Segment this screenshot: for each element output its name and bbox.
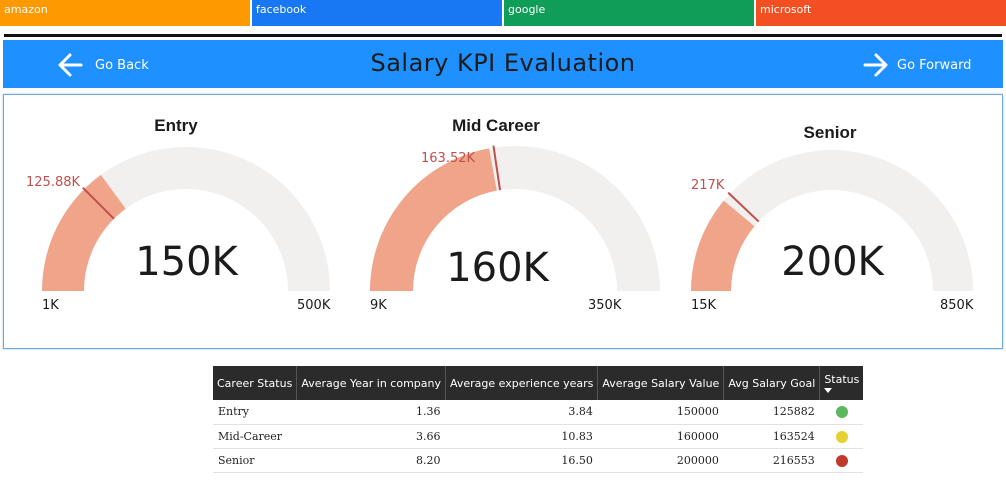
column-header[interactable]: Average experience years (445, 366, 599, 400)
gauge-value: 150K (135, 239, 238, 285)
gauge-max-label: 350K (588, 298, 622, 313)
column-header-status[interactable]: Status (819, 366, 864, 400)
gauge-min-label: 1K (42, 298, 59, 313)
table-row[interactable]: Senior 8.20 16.50 200000 216553 (213, 448, 864, 473)
cell-salary-goal: 125882 (723, 400, 820, 425)
divider (4, 34, 1002, 37)
cell-years-experience: 16.50 (445, 448, 598, 473)
table-row[interactable]: Mid-Career 3.66 10.83 160000 163524 (213, 424, 864, 449)
gauge-max-label: 850K (940, 298, 974, 313)
column-header-label: Status (824, 373, 860, 386)
cell-years-company: 1.36 (296, 400, 446, 425)
page-title: Salary KPI Evaluation (370, 49, 636, 77)
sort-descending-icon (824, 388, 833, 393)
column-header[interactable]: Average Salary Value (597, 366, 725, 400)
cell-salary-goal: 163524 (723, 424, 820, 449)
cell-salary: 150000 (597, 400, 724, 425)
salary-table: Career Status Average Year in company Av… (213, 366, 864, 473)
cell-years-company: 8.20 (296, 448, 446, 473)
go-forward-button[interactable]: Go Forward (863, 50, 971, 80)
gauge-panel: Entry 125.88K 150K 1K 500K Mid Career 16… (3, 94, 1003, 349)
tab-microsoft[interactable]: microsoft (756, 0, 1006, 26)
table-header-row: Career Status Average Year in company Av… (213, 366, 864, 400)
cell-status (819, 448, 864, 473)
cell-status (819, 424, 864, 449)
column-header[interactable]: Career Status (213, 366, 298, 400)
go-forward-label: Go Forward (897, 57, 972, 73)
gauge-fill (42, 174, 126, 291)
gauge-mid-career: Mid Career 163.52K 160K 9K 350K (334, 95, 664, 350)
cell-salary: 160000 (597, 424, 724, 449)
status-dot-icon (835, 406, 848, 419)
cell-salary-goal: 216553 (723, 448, 820, 473)
cell-career-status: Mid-Career (213, 424, 297, 449)
status-dot-icon (835, 430, 848, 443)
gauge-min-label: 9K (370, 298, 387, 313)
cell-career-status: Entry (213, 400, 297, 425)
gauge-target-label: 163.52K (421, 151, 476, 166)
gauge-max-label: 500K (297, 298, 331, 313)
column-header[interactable]: Average Year in company (296, 366, 446, 400)
table-row[interactable]: Entry 1.36 3.84 150000 125882 (213, 400, 864, 425)
cell-years-company: 3.66 (296, 424, 446, 449)
tab-facebook[interactable]: facebook (252, 0, 504, 26)
column-header[interactable]: Avg Salary Goal (723, 366, 821, 400)
cell-salary: 200000 (597, 448, 724, 473)
tab-google[interactable]: google (504, 0, 756, 26)
company-tabs: amazon facebook google microsoft (0, 0, 1006, 26)
gauge-value: 200K (781, 239, 884, 285)
cell-years-experience: 10.83 (445, 424, 598, 449)
gauge-entry: Entry 125.88K 150K 1K 500K (4, 95, 334, 350)
header-bar: Go Back Salary KPI Evaluation Go Forward (3, 40, 1003, 88)
tab-amazon[interactable]: amazon (0, 0, 252, 26)
cell-years-experience: 3.84 (445, 400, 598, 425)
gauge-target-label: 217K (691, 178, 725, 193)
cell-status (819, 400, 864, 425)
status-dot-icon (835, 454, 848, 467)
gauge-value: 160K (446, 245, 549, 291)
gauge-min-label: 15K (691, 298, 717, 313)
cell-career-status: Senior (213, 448, 297, 473)
gauge-target-label: 125.88K (26, 175, 81, 190)
arrow-right-icon (863, 53, 888, 77)
gauge-senior: Senior 217K 200K 15K 850K (664, 95, 1002, 350)
